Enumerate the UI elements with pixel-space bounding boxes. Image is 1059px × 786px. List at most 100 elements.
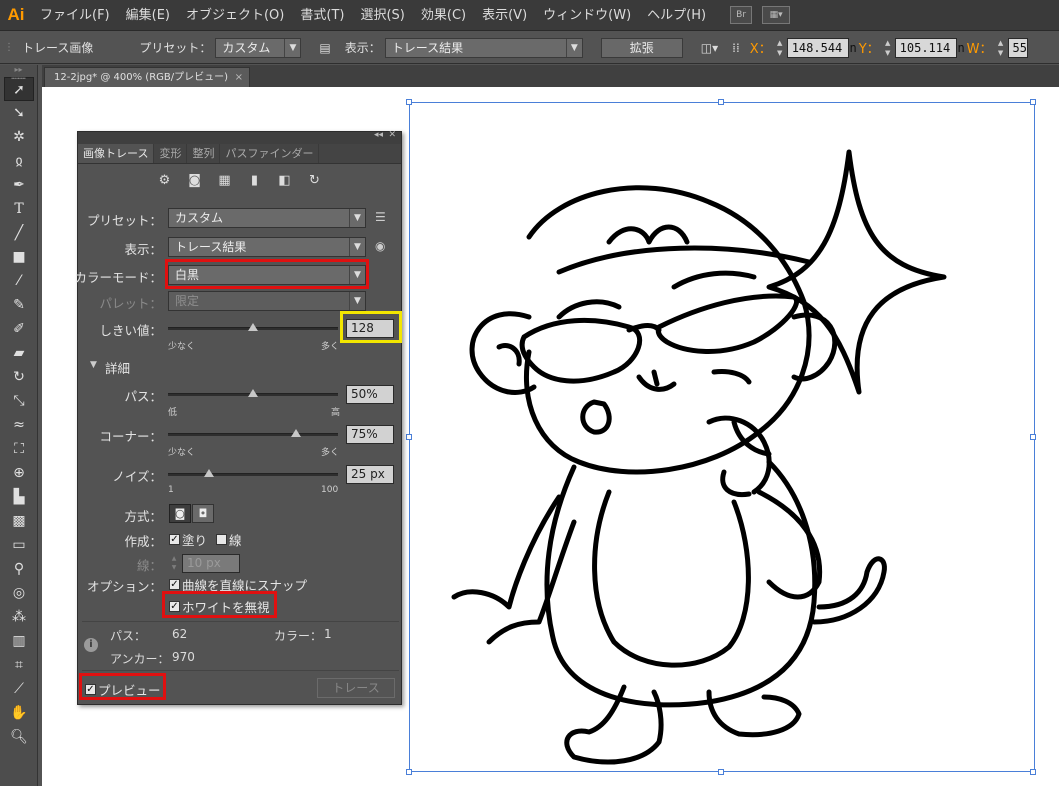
- menu-effect[interactable]: 効果(C): [413, 0, 474, 31]
- symbol-sprayer-tool-icon[interactable]: ⁂: [4, 605, 34, 629]
- shape-builder-tool-icon[interactable]: ⊕: [4, 461, 34, 485]
- panel-titlebar[interactable]: ◂◂ ✕: [78, 130, 401, 144]
- zoom-tool-icon[interactable]: 🔍︎: [4, 725, 34, 749]
- x-input[interactable]: 148.544 n: [786, 37, 857, 58]
- blend-tool-icon[interactable]: ◎: [4, 581, 34, 605]
- control-bar: ⋮ トレース画像 プリセット： カスタム ▼ ▤ 表示： トレース結果 ▼ 拡張 ◫…: [0, 32, 1059, 64]
- selection-tool-icon[interactable]: ➚: [4, 77, 34, 101]
- lasso-tool-icon[interactable]: ჲ: [4, 149, 34, 173]
- view-select[interactable]: トレース結果 ▼: [384, 37, 583, 58]
- y-input[interactable]: 105.114 n: [894, 37, 965, 58]
- slider-thumb[interactable]: [203, 469, 214, 477]
- black-and-white-icon[interactable]: ◧: [274, 171, 296, 191]
- transform-reference-icon[interactable]: ⁞⁞: [732, 41, 740, 55]
- options-label: オプション：: [86, 579, 162, 594]
- view-select[interactable]: トレース結果 ▼: [168, 237, 366, 257]
- expand-button[interactable]: 拡張: [600, 37, 683, 58]
- pen-tool-icon[interactable]: ✒: [4, 173, 34, 197]
- tab-image-trace[interactable]: 画像トレース: [78, 144, 155, 163]
- slice-tool-icon[interactable]: ⟋: [4, 677, 34, 701]
- chevron-down-icon: ▼: [349, 209, 365, 227]
- rotate-tool-icon[interactable]: ↻: [4, 365, 34, 389]
- eyedropper-tool-icon[interactable]: ⚲: [4, 557, 34, 581]
- corners-input[interactable]: 75%: [346, 425, 394, 444]
- menu-help[interactable]: ヘルプ(H): [639, 0, 714, 31]
- menu-view[interactable]: 表示(V): [474, 0, 535, 31]
- menu-window[interactable]: ウィンドウ(W): [535, 0, 639, 31]
- y-stepper[interactable]: ▲ ▼: [883, 38, 893, 58]
- paths-slider[interactable]: [168, 389, 338, 397]
- mesh-tool-icon[interactable]: ▩: [4, 509, 34, 533]
- x-stepper[interactable]: ▲ ▼: [775, 38, 785, 58]
- disclosure-triangle-icon[interactable]: ▼: [90, 360, 97, 370]
- hand-tool-icon[interactable]: ✋: [4, 701, 34, 725]
- corners-label: コーナー：: [99, 429, 162, 444]
- divider: [82, 670, 399, 671]
- noise-input[interactable]: 25 px: [346, 465, 394, 484]
- menu-edit[interactable]: 編集(E): [118, 0, 178, 31]
- panel-grip[interactable]: ▸▸┅┅┅: [0, 65, 37, 83]
- slider-thumb[interactable]: [248, 389, 258, 397]
- bridge-icon[interactable]: Br: [730, 6, 753, 24]
- chevron-down-icon: ▼: [349, 238, 365, 256]
- magic-wand-tool-icon[interactable]: ✲: [4, 125, 34, 149]
- close-icon[interactable]: ✕: [388, 130, 396, 140]
- trace-panel-icon[interactable]: ▤: [319, 41, 330, 55]
- threshold-slider[interactable]: [168, 323, 338, 331]
- document-tab-title: 12-2jpg* @ 400% (RGB/プレビュー): [54, 72, 229, 83]
- column-graph-tool-icon[interactable]: ▥: [4, 629, 34, 653]
- eraser-tool-icon[interactable]: ▰: [4, 341, 34, 365]
- preset-select[interactable]: カスタム ▼: [168, 208, 366, 228]
- grayscale-icon[interactable]: ▮: [244, 171, 266, 191]
- highlight-threshold: [340, 311, 402, 343]
- close-icon[interactable]: ×: [235, 68, 243, 88]
- paths-input[interactable]: 50%: [346, 385, 394, 404]
- direct-selection-tool-icon[interactable]: ➘: [4, 101, 34, 125]
- perspective-grid-tool-icon[interactable]: ▙: [4, 485, 34, 509]
- corners-max-label: 多く: [321, 448, 340, 458]
- collapse-icon[interactable]: ◂◂: [374, 130, 383, 140]
- arrange-documents-icon[interactable]: ▦▾: [762, 6, 791, 24]
- w-input[interactable]: 55.: [1007, 37, 1028, 58]
- w-stepper[interactable]: ▲ ▼: [996, 38, 1006, 58]
- trace-button[interactable]: トレース: [317, 678, 395, 698]
- scale-tool-icon[interactable]: ⤡: [4, 389, 34, 413]
- tab-pathfinder[interactable]: パスファインダー: [220, 144, 320, 163]
- divider: [82, 621, 399, 622]
- abutting-method-icon[interactable]: ◙: [169, 504, 191, 523]
- stroke-checkbox[interactable]: 線: [216, 530, 242, 549]
- eye-icon[interactable]: ◉: [375, 239, 385, 253]
- slider-thumb[interactable]: [290, 429, 301, 437]
- width-tool-icon[interactable]: ≈: [4, 413, 34, 437]
- paintbrush-tool-icon[interactable]: ⁄: [4, 269, 34, 293]
- preset-select[interactable]: カスタム ▼: [215, 37, 302, 58]
- overlapping-method-icon[interactable]: ◘: [192, 504, 214, 523]
- menu-type[interactable]: 書式(T): [292, 0, 352, 31]
- pencil-tool-icon[interactable]: ✎: [4, 293, 34, 317]
- slider-thumb[interactable]: [248, 323, 258, 331]
- menu-file[interactable]: ファイル(F): [32, 0, 118, 31]
- gradient-tool-icon[interactable]: ▭: [4, 533, 34, 557]
- high-color-icon[interactable]: ◙: [184, 171, 206, 191]
- low-color-icon[interactable]: ▦: [214, 171, 236, 191]
- preset-menu-icon[interactable]: ☰: [375, 210, 386, 224]
- menu-select[interactable]: 選択(S): [352, 0, 412, 31]
- stroke-width-input: 10 px: [182, 554, 240, 573]
- noise-slider[interactable]: [168, 469, 338, 477]
- align-icon[interactable]: ◫▾: [701, 41, 718, 55]
- tab-transform[interactable]: 変形: [154, 144, 188, 163]
- traced-monkey-artwork: [451, 149, 947, 765]
- document-tab[interactable]: 12-2jpg* @ 400% (RGB/プレビュー) ×: [44, 67, 250, 87]
- fill-checkbox[interactable]: ✓ 塗り: [169, 530, 207, 549]
- outline-icon[interactable]: ↻: [304, 171, 326, 191]
- free-transform-tool-icon[interactable]: ⛶: [4, 437, 34, 461]
- artboard-tool-icon[interactable]: ⌗: [4, 653, 34, 677]
- type-tool-icon[interactable]: T: [4, 197, 34, 221]
- blob-brush-tool-icon[interactable]: ✐: [4, 317, 34, 341]
- rectangle-tool-icon[interactable]: ■: [4, 245, 34, 269]
- auto-color-icon[interactable]: ⚙: [154, 171, 176, 191]
- corners-slider[interactable]: [168, 429, 338, 437]
- line-tool-icon[interactable]: ╱: [4, 221, 34, 245]
- menu-object[interactable]: オブジェクト(O): [178, 0, 292, 31]
- tab-align[interactable]: 整列: [187, 144, 221, 163]
